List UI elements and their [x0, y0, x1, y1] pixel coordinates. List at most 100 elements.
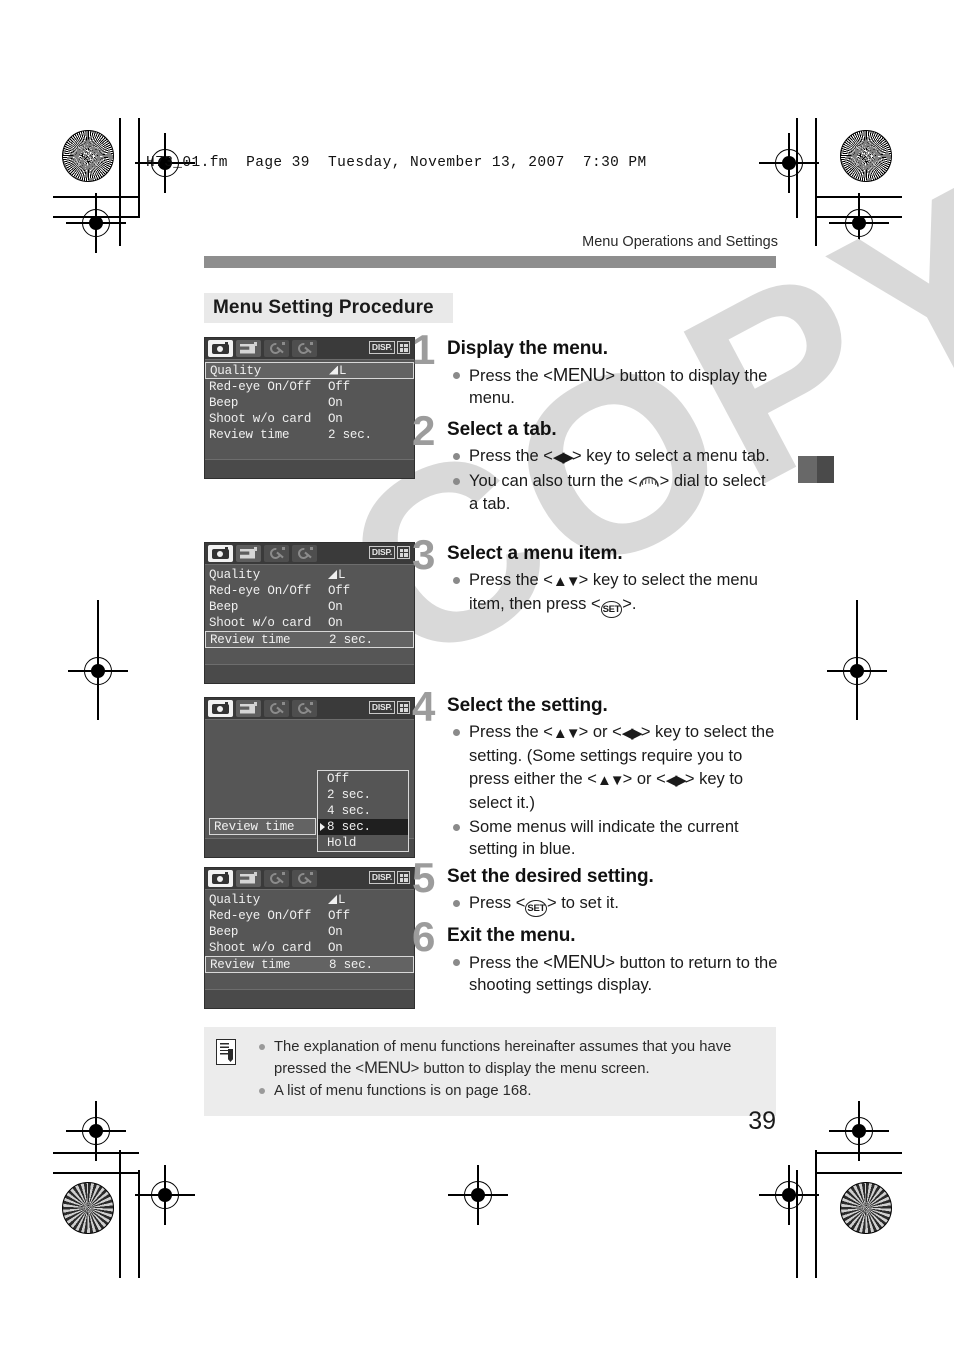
- current-setting-marker: [320, 823, 325, 831]
- grid-icon: [397, 871, 410, 884]
- selected-menu-item-label: Review time: [209, 818, 316, 835]
- menu-item-value: L: [328, 568, 410, 582]
- lcd-menu-row[interactable]: Review time 2 sec.: [205, 427, 414, 443]
- lcd-menu-row[interactable]: Shoot w/o card On: [205, 615, 414, 631]
- disp-button-indicator: DISP.: [368, 546, 410, 559]
- step-4: 4 Select the setting. Press the <▲▼> or …: [412, 686, 778, 862]
- lcd-menu-row[interactable]: Beep On: [205, 924, 414, 940]
- disp-button-indicator: DISP.: [368, 701, 410, 714]
- setting-options-dropdown[interactable]: Off 2 sec. 4 sec. 8 sec. Hold: [317, 770, 409, 852]
- note-box: The explanation of menu functions herein…: [204, 1027, 776, 1116]
- dropdown-option[interactable]: Off: [318, 771, 408, 787]
- shooting-menu-tab[interactable]: [208, 700, 233, 717]
- lcd-menu-row[interactable]: Beep On: [205, 599, 414, 615]
- step-bullet: You can also turn the < > dial to select …: [447, 470, 778, 515]
- menu-item-value: 8 sec.: [329, 957, 373, 972]
- lcd-menu-row[interactable]: Red-eye On/Off Off: [205, 908, 414, 924]
- lcd-menu-row[interactable]: Quality L: [205, 362, 414, 379]
- playback-menu-tab[interactable]: [236, 870, 261, 887]
- step-1: 1 Display the menu. Press the <MENU> but…: [412, 329, 778, 411]
- camera-lcd-screen-1: DISP. Quality L Red-eye On/Off Off Beep …: [204, 337, 415, 479]
- setup2-menu-tab[interactable]: [292, 545, 317, 562]
- menu-item-label: Shoot w/o card: [209, 412, 312, 426]
- print-filename-header: H73_01.fm Page 39 Tuesday, November 13, …: [146, 155, 647, 171]
- chapter-thumb-tab: [798, 456, 834, 483]
- wrench-icon: [267, 545, 285, 561]
- lcd-menu-row[interactable]: Quality L: [205, 567, 414, 583]
- step-bullet: Press the <MENU> button to display the m…: [447, 364, 778, 410]
- lcd-footer-bar: [205, 989, 414, 1008]
- up-down-key-glyph: ▲▼: [596, 771, 625, 789]
- setup1-menu-tab[interactable]: [264, 545, 289, 562]
- disp-label: DISP.: [368, 546, 395, 559]
- menu-item-value: L: [328, 893, 410, 907]
- menu-item-value: On: [328, 600, 343, 614]
- camera-icon: [212, 342, 229, 354]
- set-button-glyph: SET: [525, 899, 547, 917]
- lcd-menu-row[interactable]: Review time 2 sec.: [205, 631, 414, 648]
- menu-item-value: Off: [328, 584, 350, 598]
- lcd-menu-row[interactable]: Shoot w/o card On: [205, 411, 414, 427]
- shooting-menu-tab[interactable]: [208, 870, 233, 887]
- menu-item-label: Red-eye On/Off: [209, 909, 312, 923]
- menu-item-label: Beep: [209, 600, 239, 614]
- up-down-key-glyph: ▲▼: [552, 724, 581, 742]
- setup2-menu-tab[interactable]: [292, 340, 317, 357]
- quality-icon: [328, 570, 337, 579]
- lcd-menu-row[interactable]: Beep On: [205, 395, 414, 411]
- dropdown-option[interactable]: Hold: [318, 835, 408, 851]
- left-right-key-glyph: ◀▶: [665, 771, 687, 789]
- menu-item-value: Off: [328, 380, 350, 394]
- left-right-key-glyph: ◀▶: [621, 724, 643, 742]
- menu-button-glyph: MENU: [552, 363, 606, 385]
- lcd-menu-row[interactable]: Shoot w/o card On: [205, 940, 414, 956]
- setup2-menu-tab[interactable]: [292, 700, 317, 717]
- wrench-icon: [295, 700, 313, 716]
- playback-icon: [240, 341, 257, 355]
- setup2-menu-tab[interactable]: [292, 870, 317, 887]
- step-6: 6 Exit the menu. Press the <MENU> button…: [412, 916, 778, 998]
- lcd-tab-bar: DISP.: [205, 338, 414, 360]
- menu-item-label: Review time: [210, 632, 291, 647]
- camera-lcd-screen-4: DISP. Quality L Red-eye On/Off Off Beep …: [204, 867, 415, 1009]
- lcd-menu-row[interactable]: Red-eye On/Off Off: [205, 583, 414, 599]
- menu-item-value: Off: [328, 909, 350, 923]
- step-number: 1: [412, 326, 436, 373]
- disp-label: DISP.: [368, 871, 395, 884]
- menu-item-label: Quality: [209, 568, 261, 582]
- wrench-icon: [295, 340, 313, 356]
- setup1-menu-tab[interactable]: [264, 700, 289, 717]
- up-down-key-glyph: ▲▼: [552, 572, 581, 590]
- shooting-menu-tab[interactable]: [208, 340, 233, 357]
- menu-item-label: Review time: [210, 957, 291, 972]
- dropdown-option[interactable]: 2 sec.: [318, 787, 408, 803]
- playback-menu-tab[interactable]: [236, 700, 261, 717]
- lcd-footer-bar: [205, 664, 414, 683]
- playback-menu-tab[interactable]: [236, 545, 261, 562]
- setup1-menu-tab[interactable]: [264, 870, 289, 887]
- lcd-menu-row[interactable]: Quality L: [205, 892, 414, 908]
- playback-icon: [240, 871, 257, 885]
- running-head: Menu Operations and Settings: [582, 234, 778, 250]
- step-bullet: Press the <▲▼> or <◀▶> key to select the…: [447, 721, 778, 815]
- wrench-icon: [267, 340, 285, 356]
- menu-item-value: 2 sec.: [329, 632, 373, 647]
- menu-item-label: Quality: [209, 893, 261, 907]
- dropdown-option[interactable]: 4 sec.: [318, 803, 408, 819]
- playback-menu-tab[interactable]: [236, 340, 261, 357]
- shooting-menu-tab[interactable]: [208, 545, 233, 562]
- dropdown-option-selected[interactable]: 8 sec.: [318, 819, 408, 835]
- step-bullet: Press the <◀▶> key to select a menu tab.: [447, 445, 778, 470]
- playback-icon: [240, 546, 257, 560]
- setup1-menu-tab[interactable]: [264, 340, 289, 357]
- disp-button-indicator: DISP.: [368, 341, 410, 354]
- step-title: Display the menu.: [447, 338, 608, 359]
- note-bullet: The explanation of menu functions herein…: [256, 1037, 764, 1079]
- lcd-menu-row[interactable]: Review time 8 sec.: [205, 956, 414, 973]
- lcd-menu-row[interactable]: Red-eye On/Off Off: [205, 379, 414, 395]
- camera-lcd-screen-3: DISP. Review time Off 2 sec. 4 sec. 8 se…: [204, 697, 415, 858]
- disp-button-indicator: DISP.: [368, 871, 410, 884]
- menu-item-label: Shoot w/o card: [209, 616, 312, 630]
- set-button-glyph: SET: [600, 601, 623, 619]
- step-bullet: Press the <▲▼> key to select the menu it…: [447, 569, 778, 619]
